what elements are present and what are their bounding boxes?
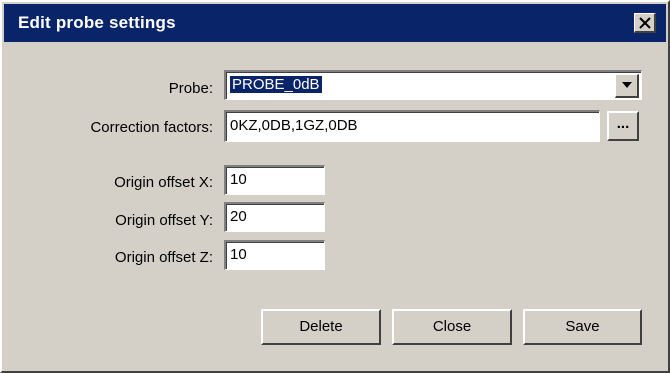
- origin-offset-x-label: Origin offset X:: [114, 174, 213, 191]
- delete-button[interactable]: Delete: [261, 309, 381, 345]
- correction-factors-field[interactable]: 0KZ,0DB,1GZ,0DB: [224, 110, 600, 142]
- origin-offset-y-field[interactable]: 20: [224, 202, 325, 232]
- chevron-down-icon: [622, 82, 632, 88]
- probe-selected-value: PROBE_0dB: [230, 76, 322, 93]
- origin-offset-z-label: Origin offset Z:: [114, 249, 213, 266]
- origin-offset-y-label: Origin offset Y:: [115, 212, 213, 229]
- probe-label: Probe:: [168, 80, 213, 97]
- origin-offset-x-field[interactable]: 10: [224, 165, 325, 195]
- close-window-button[interactable]: [634, 13, 656, 33]
- delete-button-label: Delete: [299, 318, 343, 335]
- correction-factors-label: Correction factors:: [90, 119, 213, 136]
- probe-combobox[interactable]: PROBE_0dB: [224, 70, 642, 100]
- title-bar: Edit probe settings: [4, 4, 666, 42]
- browse-correction-button[interactable]: ...: [607, 111, 639, 141]
- edit-probe-dialog: Edit probe settings Probe: PROBE_0dB Cor…: [0, 0, 670, 373]
- save-button-label: Save: [565, 318, 600, 335]
- close-button[interactable]: Close: [392, 309, 512, 345]
- origin-offset-z-field[interactable]: 10: [224, 240, 325, 270]
- save-button[interactable]: Save: [523, 309, 642, 345]
- close-button-label: Close: [432, 318, 472, 335]
- close-icon: [639, 17, 651, 29]
- window-title: Edit probe settings: [18, 13, 176, 32]
- probe-dropdown-button[interactable]: [615, 74, 639, 98]
